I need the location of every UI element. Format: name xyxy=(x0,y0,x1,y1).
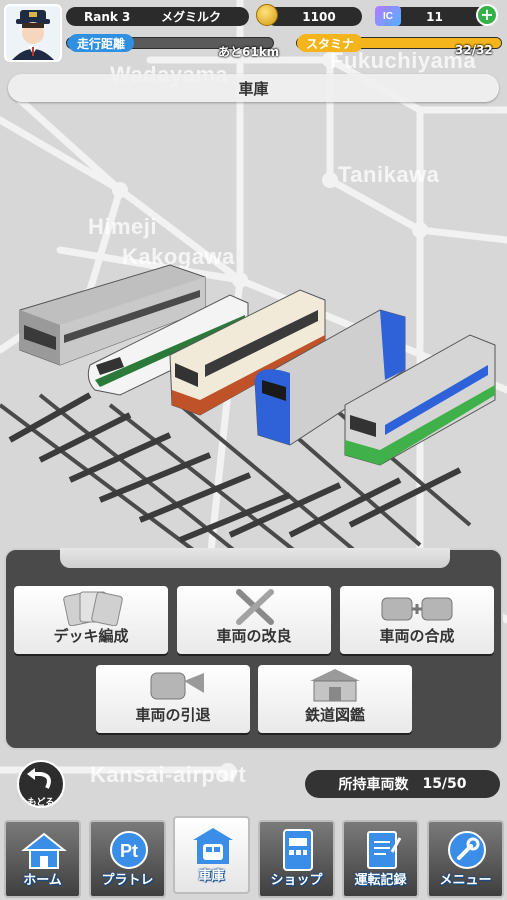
platre-icon: Pt xyxy=(110,831,148,869)
wrench-menu-icon xyxy=(448,831,486,869)
deck-edit-button[interactable]: デッキ編成 xyxy=(14,586,168,654)
page-title: 車庫 xyxy=(8,74,499,102)
nav-platre-label: プラトレ xyxy=(101,873,154,888)
distance-label: 走行距離 xyxy=(68,34,134,52)
nav-menu[interactable]: メニュー xyxy=(427,820,504,898)
deck-edit-label: デッキ編成 xyxy=(53,627,129,645)
retire-vehicle-label: 車両の引退 xyxy=(135,706,211,724)
map-label: Himeji xyxy=(88,214,158,239)
page-title-text: 車庫 xyxy=(238,79,269,98)
ic-card-icon: IC xyxy=(375,6,401,26)
nav-log[interactable]: 運転記録 xyxy=(342,820,419,898)
wrench-tools-icon xyxy=(236,589,274,625)
nav-platre[interactable]: Pt プラトレ xyxy=(89,820,166,898)
home-icon xyxy=(21,832,67,869)
panel-header-tab xyxy=(60,548,450,568)
map-label: Tanikawa xyxy=(338,162,440,187)
combine-vehicle-label: 車両の合成 xyxy=(379,627,455,645)
rank-name-bar: Rank 3 メグミルク xyxy=(66,7,249,26)
upgrade-vehicle-button[interactable]: 車両の改良 xyxy=(177,586,331,654)
map-label: Kansai-airport xyxy=(90,762,247,787)
distance-remaining: あと61km xyxy=(218,45,280,59)
svg-text:Pt: Pt xyxy=(120,841,138,861)
player-name: メグミルク xyxy=(160,10,221,24)
player-avatar[interactable] xyxy=(4,4,62,62)
stamina-value: 32/32 xyxy=(455,43,493,57)
encyclopedia-button[interactable]: 鉄道図鑑 xyxy=(258,665,412,733)
owned-label: 所持車両数 xyxy=(338,777,409,793)
nav-shop[interactable]: ショップ xyxy=(258,820,335,898)
nav-garage[interactable]: 車庫 xyxy=(173,816,250,894)
owned-value: 15/50 xyxy=(422,776,467,792)
nav-shop-label: ショップ xyxy=(270,873,323,888)
owned-vehicles-count: 所持車両数 15/50 xyxy=(305,770,500,798)
back-arrow-icon xyxy=(27,768,51,789)
nav-log-label: 運転記録 xyxy=(354,873,407,888)
coin-count: 1100 xyxy=(302,9,336,24)
back-label: もどる xyxy=(27,798,55,808)
deck-cards-icon xyxy=(63,591,123,626)
stamina-label: スタミナ xyxy=(297,34,363,52)
nav-menu-label: メニュー xyxy=(439,873,492,888)
upgrade-vehicle-label: 車両の改良 xyxy=(216,627,292,645)
nav-garage-label: 車庫 xyxy=(198,869,225,884)
station-building-icon xyxy=(310,669,360,702)
garage-trains-illustration xyxy=(0,264,496,555)
retire-vehicle-button[interactable]: 車両の引退 xyxy=(96,665,250,733)
rank-text: Rank 3 xyxy=(84,9,131,24)
coin-bar: 1100 xyxy=(266,7,362,26)
ic-count: 11 xyxy=(426,9,443,24)
log-notebook-icon xyxy=(367,831,402,869)
coin-icon xyxy=(256,4,278,26)
train-retire-icon xyxy=(150,672,204,700)
ic-label: IC xyxy=(383,10,393,22)
nav-home-label: ホーム xyxy=(23,873,62,888)
combine-vehicle-button[interactable]: 車両の合成 xyxy=(340,586,494,654)
nav-home[interactable]: ホーム xyxy=(4,820,81,898)
encyclopedia-label: 鉄道図鑑 xyxy=(304,706,365,724)
shop-ticket-machine-icon xyxy=(283,829,313,871)
garage-icon xyxy=(193,828,233,864)
add-ic-button[interactable]: + xyxy=(476,4,498,26)
train-merge-icon xyxy=(381,597,453,621)
